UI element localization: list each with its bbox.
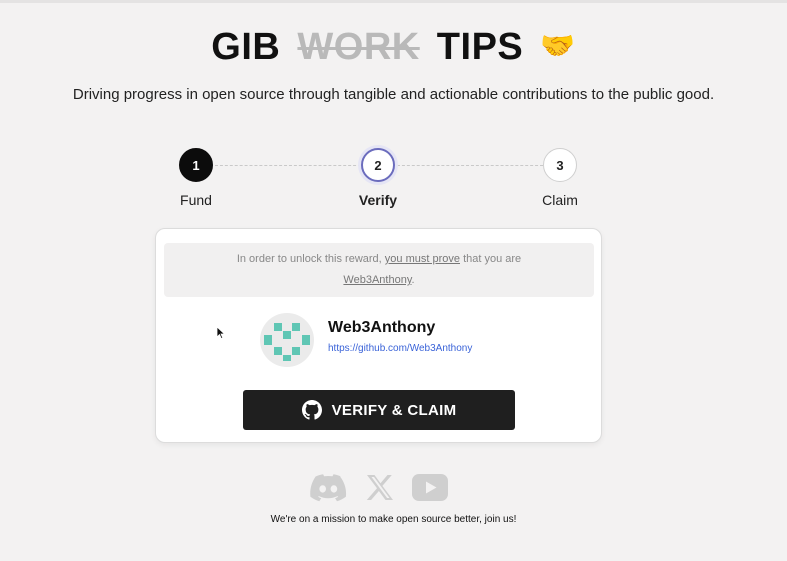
page-title: GIB WORK TIPS 🤝 [0,26,787,69]
title-strikethrough: WORK [297,26,420,68]
step-label: Claim [542,192,578,208]
step-verify[interactable]: 2 Verify [338,148,418,208]
social-links [310,472,450,506]
notice-text-before: In order to unlock this reward, [236,253,382,265]
prove-link[interactable]: you must prove [385,253,460,265]
progress-stepper: 1 Fund 2 Verify 3 Claim [0,148,787,218]
page-subtitle: Driving progress in open source through … [72,86,715,103]
step-label: Fund [180,192,212,208]
title-part-1: GIB [211,26,281,68]
avatar [260,313,314,367]
discord-icon[interactable] [310,472,348,507]
x-icon[interactable] [366,474,394,506]
profile-username: Web3Anthony [328,319,436,336]
github-icon [301,400,322,420]
step-number: 2 [361,148,395,182]
step-fund[interactable]: 1 Fund [156,148,236,208]
step-label: Verify [358,192,398,208]
verify-and-claim-button[interactable]: VERIFY & CLAIM [243,390,515,430]
step-number: 1 [179,148,213,182]
top-divider [0,0,787,3]
verification-notice: In order to unlock this reward, you must… [164,243,594,297]
youtube-icon[interactable] [412,474,448,506]
step-claim[interactable]: 3 Claim [520,148,600,208]
handshake-icon: 🤝 [540,30,576,61]
profile-url-link[interactable]: https://github.com/Web3Anthony [328,343,472,354]
page: GIB WORK TIPS 🤝 Driving progress in open… [0,0,787,561]
step-number: 3 [543,148,577,182]
title-part-2: TIPS [436,26,524,68]
notice-text-after: that you are [463,253,522,265]
notice-username-link[interactable]: Web3Anthony [343,274,411,286]
verify-button-label: VERIFY & CLAIM [331,401,457,419]
notice-line-1: In order to unlock this reward, you must… [164,249,594,270]
notice-line-2: Web3Anthony. [164,270,594,291]
mission-text: We're on a mission to make open source b… [270,514,517,525]
notice-period: . [411,274,415,286]
mouse-cursor-icon [216,326,226,345]
